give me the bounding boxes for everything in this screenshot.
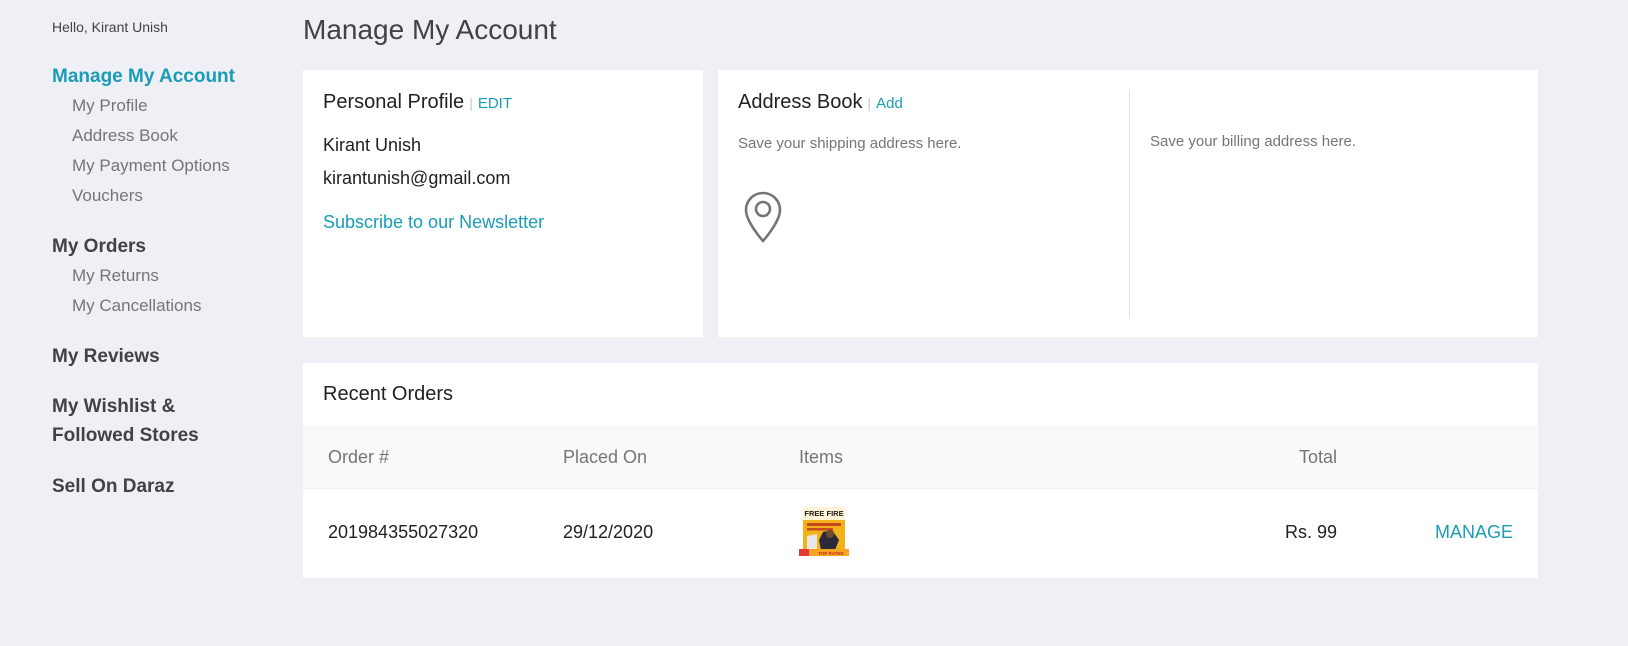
nav-my-payment-options[interactable]: My Payment Options: [52, 151, 235, 181]
nav-group-wishlist[interactable]: My Wishlist & Followed Stores: [52, 392, 199, 450]
nav-my-reviews[interactable]: My Reviews: [52, 342, 160, 371]
nav-my-orders[interactable]: My Orders: [52, 232, 201, 261]
profile-name: Kirant Unish: [323, 135, 422, 155]
thumbnail-text: FREE FIRE: [804, 509, 843, 518]
orders-table-header: Order # Placed On Items Total: [303, 425, 1538, 489]
nav-vouchers[interactable]: Vouchers: [52, 181, 235, 211]
nav-sell-on-daraz[interactable]: Sell On Daraz: [52, 472, 175, 501]
nav-group-manage-account: Manage My Account My Profile Address Boo…: [52, 62, 235, 211]
address-book-card: Address Book | Add Save your shipping addr…: [718, 70, 1538, 337]
address-card-title: Address Book: [738, 91, 863, 113]
recent-orders-card: Recent Orders Order # Placed On Items To…: [303, 363, 1538, 578]
subscribe-newsletter-link[interactable]: Subscribe to our Newsletter: [323, 212, 544, 233]
address-divider: [1129, 90, 1130, 318]
personal-profile-card: Personal Profile | EDIT Kirant Unish kiran…: [303, 70, 703, 337]
nav-group-my-reviews: My Reviews: [52, 342, 160, 371]
order-placed-on: 29/12/2020: [563, 522, 654, 542]
location-pin-icon: [744, 191, 782, 243]
profile-card-title: Personal Profile: [323, 91, 465, 113]
thumbnail-badge: TOP RATED: [818, 551, 844, 556]
order-item-thumbnail[interactable]: FREE FIRE TOP RATED: [799, 506, 849, 556]
column-header-placed-on: Placed On: [563, 447, 648, 467]
title-separator: |: [469, 95, 473, 111]
column-header-order-no: Order #: [328, 447, 390, 467]
recent-orders-title: Recent Orders: [323, 383, 454, 405]
edit-profile-link[interactable]: EDIT: [478, 95, 512, 112]
nav-my-returns[interactable]: My Returns: [52, 261, 201, 291]
order-number: 201984355027320: [328, 522, 479, 542]
table-row: 201984355027320 29/12/2020 FREE FIRE TOP…: [303, 489, 1538, 578]
nav-group-sell: Sell On Daraz: [52, 472, 175, 501]
nav-my-wishlist[interactable]: My Wishlist &: [52, 392, 199, 421]
add-address-link[interactable]: Add: [876, 95, 903, 112]
greeting-text: Hello, Kirant Unish: [52, 19, 168, 35]
title-separator: |: [867, 95, 872, 111]
billing-address-text: Save your billing address here.: [1150, 133, 1356, 150]
address-card-title-row: Address Book | Add: [738, 91, 903, 114]
column-header-items: Items: [799, 447, 844, 467]
shipping-address-text: Save your shipping address here.: [738, 135, 962, 152]
manage-order-link[interactable]: MANAGE: [1435, 522, 1513, 543]
profile-card-title-row: Personal Profile | EDIT: [323, 91, 512, 114]
column-header-total: Total: [1298, 447, 1337, 467]
nav-followed-stores[interactable]: Followed Stores: [52, 421, 199, 450]
nav-manage-my-account[interactable]: Manage My Account: [52, 62, 235, 91]
profile-email: kirantunish@gmail.com: [323, 168, 511, 188]
nav-group-my-orders: My Orders My Returns My Cancellations: [52, 232, 201, 321]
order-total: Rs. 99: [1284, 522, 1337, 542]
page-title: Manage My Account: [303, 14, 557, 45]
nav-my-cancellations[interactable]: My Cancellations: [52, 291, 201, 321]
nav-address-book[interactable]: Address Book: [52, 121, 235, 151]
nav-my-profile[interactable]: My Profile: [52, 91, 235, 121]
